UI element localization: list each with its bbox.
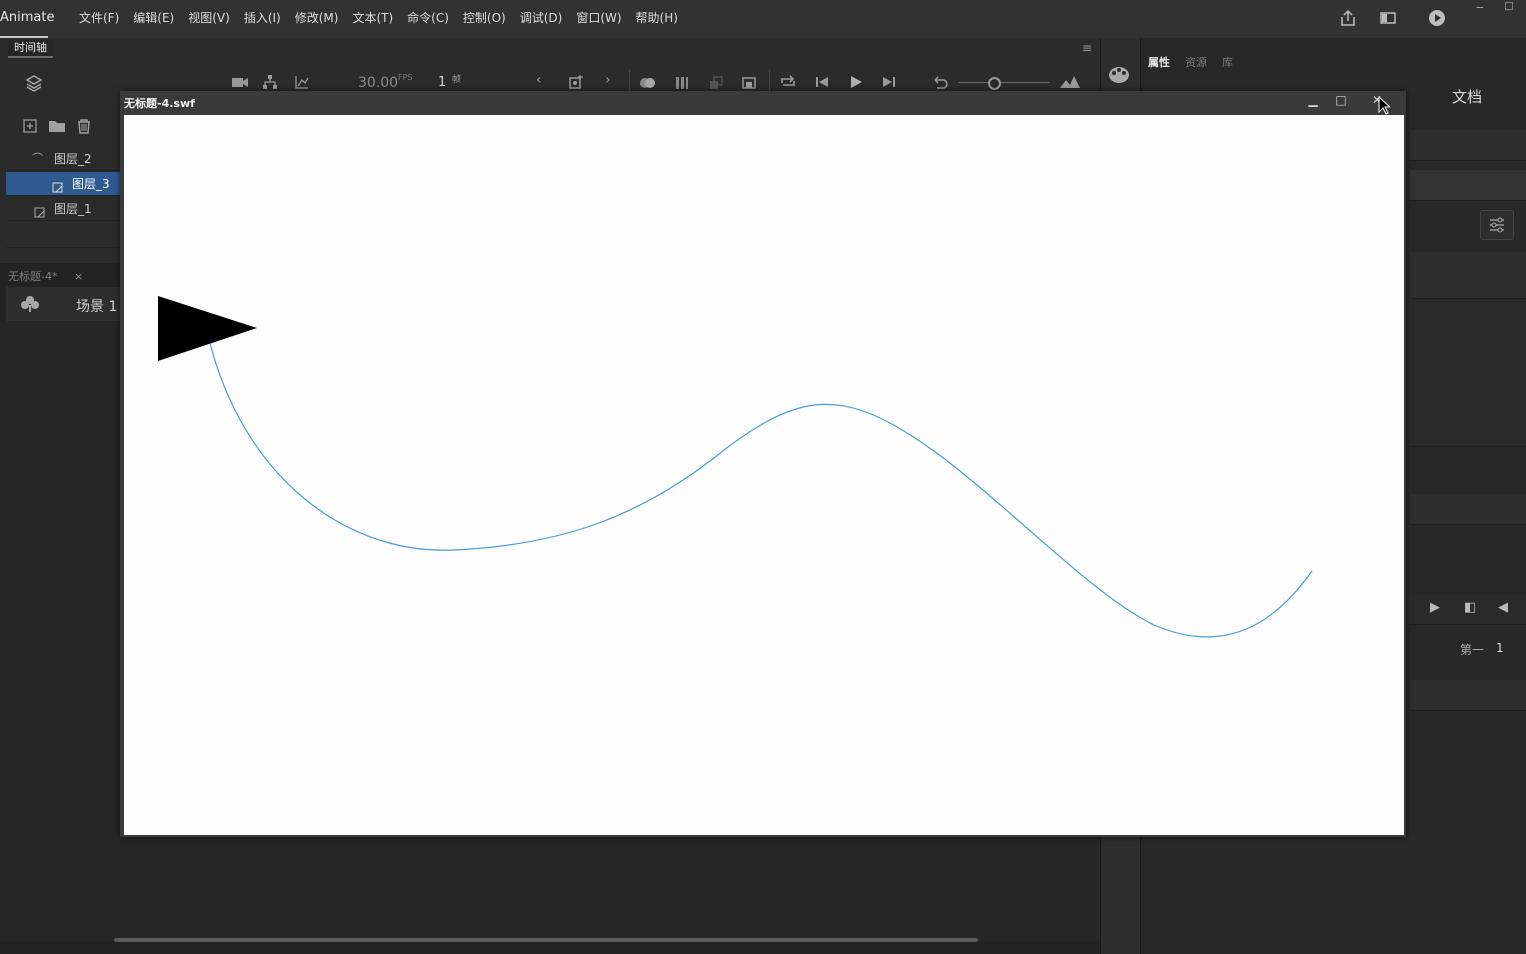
properties-row	[1410, 680, 1526, 711]
camera-icon[interactable]	[231, 75, 249, 92]
menu-debug[interactable]: 调试(D)	[513, 9, 570, 27]
scene-label: 场景 1	[76, 299, 118, 315]
tab-assets[interactable]: 资源	[1185, 54, 1207, 70]
menu-insert[interactable]: 插入(I)	[237, 9, 288, 27]
layer-row-1[interactable]: 图层_1	[6, 197, 120, 221]
properties-section	[1410, 300, 1526, 447]
play-icon[interactable]	[848, 75, 864, 92]
menu-window[interactable]: 窗口(W)	[569, 9, 628, 27]
color-palette-icon[interactable]	[1108, 64, 1130, 87]
menu-text[interactable]: 文本(T)	[345, 9, 400, 27]
settings-sliders-icon[interactable]	[1480, 210, 1514, 240]
menu-control[interactable]: 控制(O)	[456, 9, 513, 27]
layer-tools	[6, 112, 120, 142]
fps-unit: FPS	[398, 73, 413, 82]
workspace-icon[interactable]	[1377, 7, 1399, 29]
layer-name: 图层_1	[54, 202, 92, 216]
frame-label: 第一	[1460, 643, 1485, 657]
maximize-window-icon[interactable]: □	[1330, 92, 1352, 108]
layer-name: 图层_2	[54, 152, 92, 166]
step-back-icon[interactable]	[814, 75, 830, 92]
new-folder-icon[interactable]	[48, 118, 66, 137]
menu-edit[interactable]: 编辑(E)	[126, 9, 181, 27]
swf-canvas	[124, 115, 1404, 835]
new-layer-icon[interactable]	[22, 118, 38, 137]
frame-unit: 帧	[452, 75, 462, 85]
properties-row	[1410, 130, 1526, 161]
share-icon[interactable]	[1337, 7, 1359, 29]
timeline-tab[interactable]: 时间轴	[8, 40, 53, 58]
tab-properties[interactable]: 属性	[1148, 54, 1170, 70]
frame-tool-icon[interactable]: ◀	[1498, 600, 1508, 615]
document-tab[interactable]: 无标题-4*	[8, 268, 57, 286]
menu-view[interactable]: 视图(V)	[181, 9, 237, 27]
arrow-shape	[158, 296, 257, 361]
properties-row	[1410, 494, 1526, 525]
guide-layer-icon: ⌒	[32, 152, 43, 165]
layer-row-empty	[6, 222, 120, 248]
properties-row	[1410, 252, 1526, 299]
delete-layer-icon[interactable]	[76, 118, 92, 137]
fps-value[interactable]: 30.00	[358, 75, 398, 91]
layer-row-2[interactable]: ⌒ 图层_2	[6, 147, 120, 171]
scene-icon[interactable]	[20, 295, 40, 316]
minimize-window-icon[interactable]: ▁	[1302, 92, 1324, 108]
layer-row-3[interactable]: 图层_3	[6, 172, 120, 196]
close-tab-icon[interactable]: ×	[74, 268, 83, 286]
layer-name: 图层_3	[72, 177, 110, 191]
menu-file[interactable]: 文件(F)	[72, 9, 126, 27]
motion-guide-curve	[209, 342, 1313, 638]
mouse-cursor-icon	[1378, 95, 1392, 119]
document-label: 文档	[1452, 88, 1483, 106]
minimize-app-icon[interactable]: ‒	[1476, 0, 1484, 14]
menu-help[interactable]: 帮助(H)	[629, 9, 685, 27]
layers-icon[interactable]	[24, 73, 44, 96]
zoom-slider[interactable]	[958, 82, 1050, 83]
panel-menu-icon[interactable]: ≡	[1082, 41, 1092, 55]
frame-tool-icon[interactable]: ▶	[1430, 600, 1440, 615]
prev-keyframe-icon[interactable]: ‹	[536, 72, 542, 88]
menu-commands[interactable]: 命令(C)	[400, 9, 456, 27]
swf-window-title: 无标题-4.swf	[124, 97, 195, 110]
zoom-slider-thumb[interactable]	[988, 77, 1001, 90]
horizontal-scrollbar[interactable]	[114, 938, 978, 942]
next-keyframe-icon[interactable]: ›	[605, 72, 611, 88]
properties-row	[1410, 170, 1526, 201]
zoom-large-icon[interactable]	[1059, 75, 1081, 92]
maximize-app-icon[interactable]: ☐	[1504, 0, 1514, 13]
app-name: Animate	[0, 10, 55, 25]
current-frame[interactable]: 1	[438, 75, 446, 90]
tab-library[interactable]: 库	[1222, 54, 1233, 70]
test-movie-icon[interactable]	[1426, 7, 1448, 29]
frame-value[interactable]: 1	[1496, 641, 1504, 655]
step-forward-icon[interactable]	[881, 75, 897, 92]
frame-tool-icon[interactable]: ◧	[1464, 600, 1476, 615]
main-menu: 文件(F) 编辑(E) 视图(V) 插入(I) 修改(M) 文本(T) 命令(C…	[72, 9, 685, 27]
animation-drawing	[158, 296, 1313, 638]
menu-modify[interactable]: 修改(M)	[288, 9, 346, 27]
